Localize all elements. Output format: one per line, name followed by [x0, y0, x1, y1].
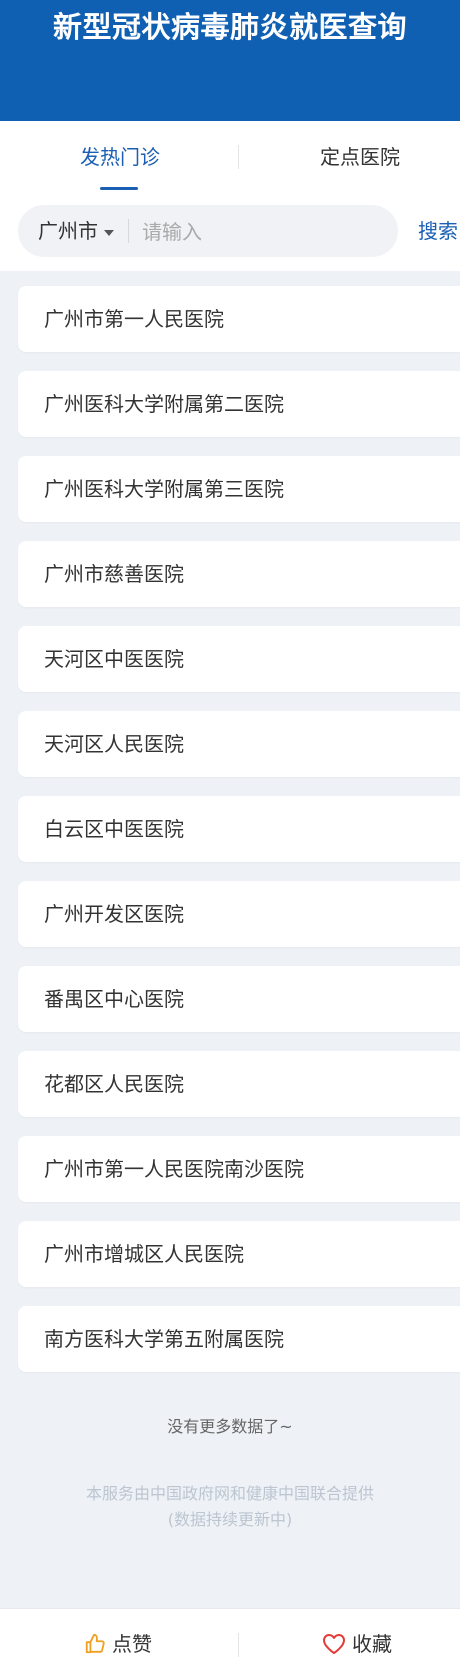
hospital-name: 南方医科大学第五附属医院: [44, 1327, 284, 1351]
favorite-label: 收藏: [352, 1632, 392, 1656]
tab-bar: 发热门诊 定点医院: [0, 121, 460, 193]
hospital-name: 花都区人民医院: [44, 1072, 184, 1096]
list-end-message: 没有更多数据了~: [167, 1417, 293, 1436]
update-note: (数据持续更新中): [167, 1510, 293, 1529]
hospital-name: 广州开发区医院: [44, 902, 184, 926]
header: 新型冠状病毒肺炎就医查询: [0, 0, 460, 121]
caret-down-icon: [104, 229, 114, 236]
hospital-name: 广州市第一人民医院: [44, 307, 224, 331]
hospital-list-item[interactable]: 白云区中医医院: [18, 796, 460, 862]
hospital-name: 天河区人民医院: [44, 732, 184, 756]
search-bar: 广州市 搜索: [0, 193, 460, 271]
active-tab-indicator: [100, 187, 138, 190]
hospital-list-item[interactable]: 广州医科大学附属第三医院: [18, 456, 460, 522]
search-button[interactable]: 搜索: [418, 205, 458, 257]
thumbs-up-icon: [85, 1633, 105, 1653]
hospital-name: 天河区中医医院: [44, 647, 184, 671]
service-provider-note: 本服务由中国政府网和健康中国联合提供 (数据持续更新中): [0, 1481, 460, 1533]
hospital-name: 广州医科大学附属第三医院: [44, 477, 284, 501]
tab-designated-hospital[interactable]: 定点医院: [265, 121, 455, 193]
hospital-list-item[interactable]: 广州开发区医院: [18, 881, 460, 947]
hospital-name: 广州医科大学附属第二医院: [44, 392, 284, 416]
tab-divider: [238, 145, 239, 169]
hospital-list-item[interactable]: 广州市第一人民医院: [18, 286, 460, 352]
hospital-name: 广州市第一人民医院南沙医院: [44, 1157, 304, 1181]
hospital-list: 广州市第一人民医院 广州医科大学附属第二医院 广州医科大学附属第三医院 广州市慈…: [18, 286, 460, 1391]
tab-fever-clinic[interactable]: 发热门诊: [25, 121, 215, 193]
heart-icon: [323, 1633, 345, 1654]
hospital-list-item[interactable]: 天河区人民医院: [18, 711, 460, 777]
hospital-name: 白云区中医医院: [44, 817, 184, 841]
hospital-list-item[interactable]: 天河区中医医院: [18, 626, 460, 692]
hospital-list-item[interactable]: 广州市慈善医院: [18, 541, 460, 607]
hospital-name: 广州市增城区人民医院: [44, 1242, 244, 1266]
hospital-name: 番禺区中心医院: [44, 987, 184, 1011]
search-box: 广州市: [18, 205, 398, 257]
hospital-list-item[interactable]: 番禺区中心医院: [18, 966, 460, 1032]
hospital-list-item[interactable]: 花都区人民医院: [18, 1051, 460, 1117]
provider-line: 本服务由中国政府网和健康中国联合提供: [85, 1484, 374, 1503]
search-input[interactable]: [140, 213, 384, 251]
like-button[interactable]: 点赞: [84, 1609, 152, 1680]
hospital-list-item[interactable]: 广州医科大学附属第二医院: [18, 371, 460, 437]
bottom-action-bar: 点赞 收藏: [0, 1608, 460, 1680]
search-divider: [128, 219, 129, 243]
like-label: 点赞: [112, 1632, 152, 1656]
page-title: 新型冠状病毒肺炎就医查询: [52, 10, 407, 44]
city-label: 广州市: [38, 219, 98, 243]
hospital-list-item[interactable]: 广州市第一人民医院南沙医院: [18, 1136, 460, 1202]
favorite-button[interactable]: 收藏: [322, 1609, 392, 1680]
city-selector[interactable]: 广州市: [38, 205, 114, 257]
hospital-list-item[interactable]: 南方医科大学第五附属医院: [18, 1306, 460, 1372]
hospital-list-item[interactable]: 广州市增城区人民医院: [18, 1221, 460, 1287]
bottom-divider: [238, 1633, 239, 1657]
hospital-name: 广州市慈善医院: [44, 562, 184, 586]
